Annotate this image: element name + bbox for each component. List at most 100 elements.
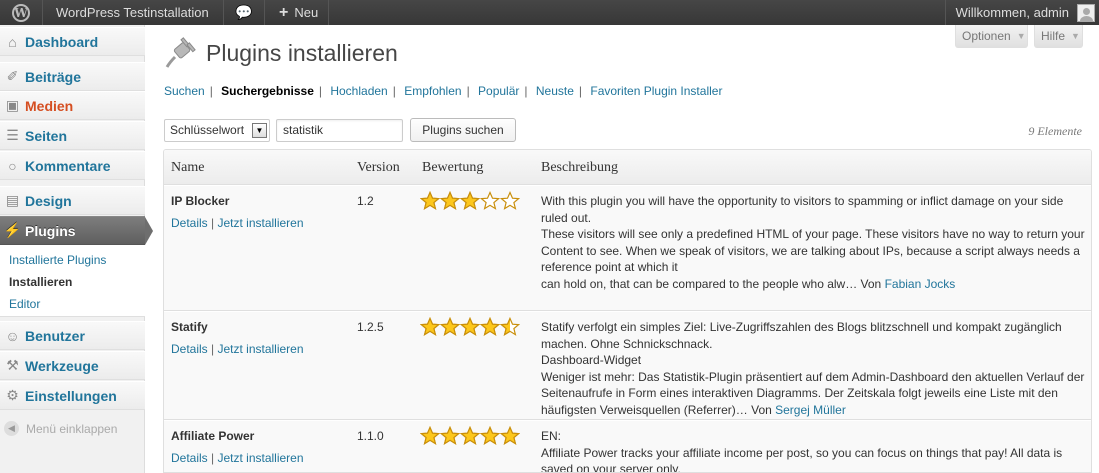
details-link[interactable]: Details	[171, 216, 208, 230]
new-content-button[interactable]: + Neu	[265, 0, 330, 25]
collapse-arrow-icon: ◀	[4, 421, 19, 436]
welcome-text: Willkommen, admin	[955, 5, 1069, 20]
help-button[interactable]: Hilfe ▼	[1034, 25, 1083, 48]
author-link[interactable]: Sergej Müller	[775, 403, 846, 417]
caret-down-icon: ▼	[1016, 31, 1026, 41]
install-now-link[interactable]: Jetzt installieren	[217, 451, 303, 465]
star-full-icon	[460, 317, 480, 336]
sidebar-item-label: Benutzer	[25, 327, 85, 344]
star-full-icon	[440, 317, 460, 336]
star-rating	[420, 317, 520, 337]
details-link[interactable]: Details	[171, 342, 208, 356]
submenu-install[interactable]: Installieren	[9, 275, 72, 289]
site-name-link[interactable]: WordPress Testinstallation	[43, 0, 224, 25]
avatar	[1077, 3, 1095, 22]
table-row: Statify Details | Jetzt installieren 1.2…	[164, 311, 1091, 420]
star-empty-icon	[480, 191, 500, 210]
sidebar-item-label: Medien	[25, 97, 74, 114]
users-icon: ☺	[5, 327, 20, 344]
sidebar-item-pages[interactable]: ☰ Seiten	[0, 121, 145, 150]
author-link[interactable]: Fabian Jocks	[885, 277, 956, 291]
table-header: Name Version Bewertung Beschreibung	[164, 150, 1091, 185]
plugin-name: Statify	[171, 320, 208, 334]
page-title: Plugins installieren	[206, 39, 398, 66]
page-header: Plugins installieren	[164, 36, 398, 70]
tab-favorites[interactable]: Favoriten Plugin Installer	[590, 84, 722, 98]
star-full-icon	[500, 426, 520, 445]
table-row: IP Blocker Details | Jetzt installieren …	[164, 185, 1091, 311]
account-menu[interactable]: Willkommen, admin	[944, 0, 1099, 25]
description-line: Content to see. When we speak of visitor…	[541, 243, 1080, 275]
sidebar-item-design[interactable]: ▤ Design	[0, 186, 145, 215]
sidebar-item-posts[interactable]: ✐ Beiträge	[0, 62, 145, 91]
star-full-icon	[420, 191, 440, 210]
description-line: With this plugin you will have the oppor…	[541, 194, 1064, 225]
star-rating	[420, 426, 520, 446]
chevron-down-icon: ▼	[252, 122, 267, 138]
sidebar-item-label: Dashboard	[25, 33, 99, 50]
install-now-link[interactable]: Jetzt installieren	[217, 342, 303, 356]
description-line: Affiliate Power tracks your affiliate in…	[541, 445, 1063, 473]
star-full-icon	[420, 426, 440, 445]
description-line: Statify verfolgt ein simples Ziel: Live-…	[541, 320, 1062, 351]
sidebar-item-label: Werkzeuge	[25, 357, 99, 374]
table-row: Affiliate Power Details | Jetzt installi…	[164, 420, 1091, 473]
search-input[interactable]: statistik	[276, 118, 403, 142]
tools-icon: ⚒	[6, 357, 19, 373]
column-header-name: Name	[171, 160, 205, 175]
plus-icon: +	[279, 3, 289, 21]
collapse-menu-button[interactable]: ◀ Menü einklappen	[4, 421, 117, 436]
tab-featured[interactable]: Empfohlen	[404, 84, 461, 98]
star-half-icon	[500, 317, 520, 336]
star-full-icon	[460, 191, 480, 210]
description-line: EN:	[541, 429, 562, 443]
row-actions: Details | Jetzt installieren	[171, 342, 304, 356]
tab-popular[interactable]: Populär	[478, 84, 519, 98]
submenu-installed-plugins[interactable]: Installierte Plugins	[9, 253, 106, 267]
pin-icon: ✐	[6, 68, 19, 84]
sidebar-item-users[interactable]: ☺ Benutzer	[0, 321, 145, 350]
settings-icon: ⚙	[6, 387, 19, 403]
sidebar-item-plugins[interactable]: ⚡ Plugins	[0, 216, 153, 245]
plugin-name: Affiliate Power	[171, 429, 255, 443]
star-rating	[420, 191, 520, 211]
star-full-icon	[440, 426, 460, 445]
wordpress-logo-icon[interactable]: W	[0, 0, 43, 25]
plugins-table: Name Version Bewertung Beschreibung IP B…	[163, 149, 1092, 473]
sidebar-item-settings[interactable]: ⚙ Einstellungen	[0, 381, 145, 410]
sidebar-item-media[interactable]: ▣ Medien	[0, 91, 145, 120]
items-count: 9 Elemente	[1028, 124, 1082, 138]
description-line: can hold on, that can be compared to the…	[541, 276, 885, 291]
new-label: Neu	[294, 5, 319, 20]
plugin-version: 1.2.5	[357, 320, 384, 334]
screen-options-label: Optionen	[962, 29, 1011, 43]
column-header-description: Beschreibung	[541, 160, 618, 175]
tab-search[interactable]: Suchen	[164, 84, 205, 98]
media-icon: ▣	[5, 97, 20, 113]
description-line: These visitors will see only a predefine…	[541, 227, 1085, 241]
sidebar-item-dashboard[interactable]: ⌂ Dashboard	[0, 27, 145, 56]
sidebar-item-label: Design	[25, 192, 72, 209]
submenu-editor[interactable]: Editor	[9, 297, 40, 311]
star-full-icon	[440, 191, 460, 210]
star-full-icon	[480, 426, 500, 445]
tab-upload[interactable]: Hochladen	[330, 84, 387, 98]
sidebar-item-comments[interactable]: ○ Kommentare	[0, 151, 145, 180]
plugin-version: 1.1.0	[357, 429, 384, 443]
sidebar-item-tools[interactable]: ⚒ Werkzeuge	[0, 351, 145, 380]
plugin-description: With this plugin you will have the oppor…	[541, 193, 1086, 292]
comments-icon[interactable]: 💬	[224, 0, 265, 25]
install-now-link[interactable]: Jetzt installieren	[217, 216, 303, 230]
details-link[interactable]: Details	[171, 451, 208, 465]
description-line: Dashboard-Widget	[541, 353, 642, 367]
tab-newest[interactable]: Neuste	[536, 84, 574, 98]
tab-search-results[interactable]: Suchergebnisse	[221, 84, 314, 98]
search-type-select[interactable]: Schlüsselwort ▼	[164, 118, 270, 142]
sidebar-item-label: Seiten	[25, 127, 68, 144]
column-header-version: Version	[357, 160, 400, 175]
comment-icon: ○	[8, 157, 17, 174]
search-plugins-button[interactable]: Plugins suchen	[410, 118, 516, 142]
sidebar-item-label: Kommentare	[25, 157, 111, 174]
plugin-name: IP Blocker	[171, 194, 230, 208]
screen-options-button[interactable]: Optionen ▼	[955, 25, 1028, 48]
